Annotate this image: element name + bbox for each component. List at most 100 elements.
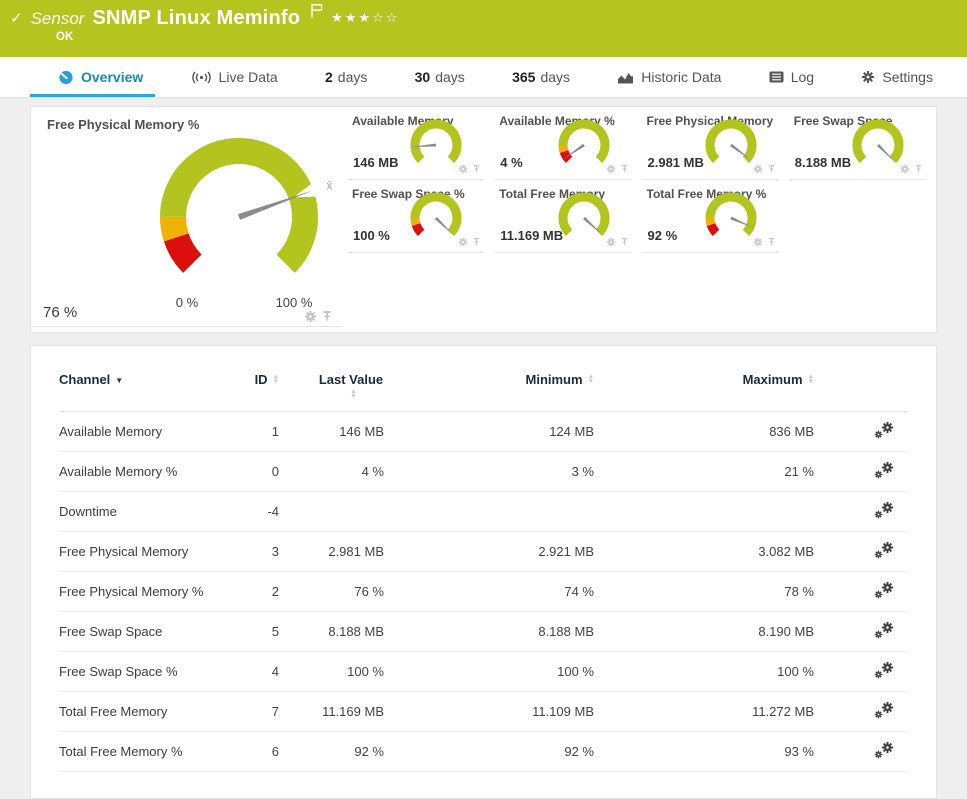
channel-name[interactable]: Available Memory % [59, 451, 229, 492]
gauge-value: 146 MB [353, 155, 399, 170]
channel-id: -4 [229, 491, 279, 532]
pin-icon[interactable] [914, 164, 923, 174]
pin-icon[interactable] [620, 164, 629, 174]
channel-name[interactable]: Total Free Memory [59, 691, 229, 732]
pin-icon[interactable] [767, 164, 776, 174]
channel-maximum [594, 491, 814, 532]
channel-last-value: 2.981 MB [279, 531, 384, 572]
edit-channel-icon[interactable] [874, 501, 894, 522]
flag-icon[interactable] [310, 3, 323, 23]
gauge-cell-available-memory[interactable]: Available Memory 146 MB [347, 107, 485, 180]
tab-30-days[interactable]: 30 days [415, 57, 465, 97]
sort-icon[interactable] [273, 374, 279, 384]
gauge-cell-free-swap-space-pct[interactable]: Free Swap Space % 100 % [347, 180, 485, 253]
table-row[interactable]: Downtime -4 [59, 491, 908, 532]
table-row[interactable]: Total Free Memory % 6 92 % 92 % 93 % [59, 731, 908, 772]
gauge-value: 2.981 MB [647, 155, 704, 170]
channel-last-value: 92 % [279, 731, 384, 772]
historic-chart-icon [618, 72, 634, 83]
channel-minimum: 11.109 MB [384, 691, 594, 732]
sort-desc-icon[interactable]: ▼ [115, 376, 123, 385]
edit-channel-icon[interactable] [874, 661, 894, 682]
channel-id: 7 [229, 691, 279, 732]
gear-icon[interactable] [458, 164, 469, 174]
channel-minimum: 92 % [384, 731, 594, 772]
column-header-maximum[interactable]: Maximum [594, 358, 814, 412]
table-row[interactable]: Total Free Memory 7 11.169 MB 11.109 MB … [59, 691, 908, 732]
tab-log[interactable]: Log [769, 57, 814, 97]
channel-maximum: 100 % [594, 651, 814, 692]
channel-table-panel: Channel▼ ID Last Value Minimum Maximum [30, 345, 937, 799]
table-row[interactable]: Available Memory 1 146 MB 124 MB 836 MB [59, 411, 908, 452]
status-ok-icon: ✓ [10, 10, 23, 27]
pin-icon[interactable] [767, 237, 776, 247]
tab-overview[interactable]: Overview [29, 57, 156, 97]
channel-name[interactable]: Available Memory [59, 411, 229, 452]
column-header-channel[interactable]: Channel ▼ [59, 358, 229, 412]
gauge-cell-free-swap-space[interactable]: Free Swap Space 8.188 MB [788, 107, 926, 180]
gear-icon[interactable] [458, 237, 469, 247]
gear-icon[interactable] [605, 164, 616, 174]
edit-channel-icon[interactable] [874, 461, 894, 482]
overview-content: Free Physical Memory % x̄ 0 % 100 % 76 %… [0, 106, 967, 799]
gauge-value: 8.188 MB [794, 155, 852, 170]
tab-settings[interactable]: Settings [861, 57, 933, 97]
channel-name[interactable]: Free Swap Space [59, 611, 229, 652]
gauge-cell-total-free-memory[interactable]: Total Free Memory 11.169 MB [494, 180, 632, 253]
channel-name[interactable]: Total Free Memory % [59, 731, 229, 772]
gear-icon[interactable] [605, 237, 616, 247]
edit-channel-icon[interactable] [874, 621, 894, 642]
channel-minimum: 2.921 MB [384, 531, 594, 572]
tab-historic-data[interactable]: Historic Data [617, 57, 721, 97]
svg-text:x̄: x̄ [327, 178, 333, 192]
gear-icon[interactable] [304, 310, 317, 323]
pin-icon[interactable] [620, 237, 629, 247]
channel-id: 0 [229, 451, 279, 492]
column-header-minimum[interactable]: Minimum [384, 358, 594, 412]
gear-icon[interactable] [752, 164, 763, 174]
gear-icon[interactable] [752, 237, 763, 247]
gear-icon[interactable] [900, 164, 910, 174]
gauge-cell-free-physical-memory[interactable]: Free Physical Memory 2.981 MB [641, 107, 779, 180]
channel-id: 4 [229, 651, 279, 692]
gauge-scale-min: 0 % [175, 295, 199, 310]
tab-365-days[interactable]: 365 days [512, 57, 570, 97]
channel-name[interactable]: Free Swap Space % [59, 651, 229, 692]
edit-channel-icon[interactable] [874, 421, 894, 442]
edit-channel-icon[interactable] [874, 581, 894, 602]
sort-icon[interactable] [350, 389, 356, 399]
table-row[interactable]: Free Swap Space % 4 100 % 100 % 100 % [59, 651, 908, 692]
pin-icon[interactable] [472, 237, 481, 247]
channel-maximum: 21 % [594, 451, 814, 492]
priority-stars[interactable]: ★★★☆☆ [331, 10, 399, 26]
pin-icon[interactable] [321, 310, 333, 323]
channel-minimum [384, 491, 594, 532]
tab-2-days[interactable]: 2 days [325, 57, 367, 97]
column-header-id[interactable]: ID [229, 358, 279, 412]
gauge-cell-total-free-memory-pct[interactable]: Total Free Memory % 92 % [641, 180, 779, 253]
channel-last-value: 76 % [279, 571, 384, 612]
table-row[interactable]: Available Memory % 0 4 % 3 % 21 % [59, 451, 908, 492]
sensor-title: SNMP Linux Meminfo [92, 7, 301, 29]
channel-name[interactable]: Free Physical Memory [59, 531, 229, 572]
edit-channel-icon[interactable] [874, 701, 894, 722]
channel-name[interactable]: Free Physical Memory % [59, 571, 229, 612]
tab-live-data[interactable]: Live Data [191, 57, 278, 97]
channel-maximum: 93 % [594, 731, 814, 772]
edit-channel-icon[interactable] [874, 541, 894, 562]
pin-icon[interactable] [472, 164, 481, 174]
gauge-cell-free-physical-memory-pct[interactable]: Free Physical Memory % x̄ 0 % 100 % 76 % [31, 107, 343, 327]
table-row[interactable]: Free Physical Memory % 2 76 % 74 % 78 % [59, 571, 908, 612]
column-header-last-value[interactable]: Last Value [279, 358, 384, 412]
gauge-value: 4 % [500, 155, 523, 170]
sort-icon[interactable] [808, 374, 814, 384]
object-kind-label: Sensor [30, 9, 85, 28]
gauge-cell-available-memory-pct[interactable]: Available Memory % 4 % [494, 107, 632, 180]
main-gauge-chart: x̄ [139, 122, 351, 289]
sort-icon[interactable] [588, 374, 594, 384]
table-row[interactable]: Free Swap Space 5 8.188 MB 8.188 MB 8.19… [59, 611, 908, 652]
edit-channel-icon[interactable] [874, 741, 894, 762]
table-row[interactable]: Free Physical Memory 3 2.981 MB 2.921 MB… [59, 531, 908, 572]
channel-name[interactable]: Downtime [59, 491, 229, 532]
channel-id: 5 [229, 611, 279, 652]
